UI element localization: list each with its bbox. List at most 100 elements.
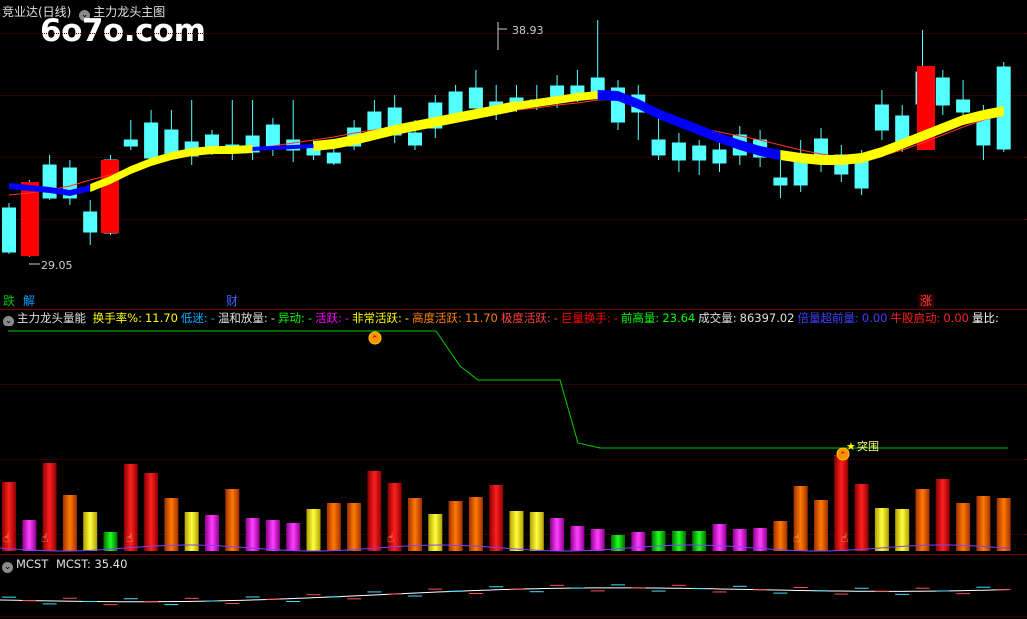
volume-bar <box>996 498 1011 551</box>
volume-field: 巨量换手: - <box>561 311 618 325</box>
event-label: 财 <box>226 294 239 308</box>
volume-bar <box>874 508 889 551</box>
volume-bar <box>651 531 666 551</box>
candle-body <box>874 104 889 131</box>
event-label: 解 <box>23 294 36 308</box>
volume-field-label: 活跃: <box>315 311 342 325</box>
volume-field-label: 成交量: <box>698 311 737 325</box>
hand-pointer-icon: ☝ <box>126 531 133 545</box>
volume-field-label: 高度活跃: <box>412 311 462 325</box>
volume-bar <box>225 489 240 551</box>
candle-body <box>712 149 727 164</box>
volume-field-label: 极度活跃: <box>500 311 551 325</box>
volume-field-value: 11.70 <box>144 311 178 325</box>
volume-field-label: 低迷: <box>180 311 208 325</box>
volume-bar <box>570 526 585 551</box>
volume-field-value: - <box>210 311 215 325</box>
volume-bar <box>915 489 930 551</box>
volume-field-value: - <box>613 311 618 325</box>
breakout-arrow-icon: ⌃ <box>371 335 379 345</box>
volume-bar <box>326 503 341 551</box>
volume-field-label: 倍量超前量: <box>797 311 859 325</box>
candle-body <box>123 139 138 147</box>
volume-bar <box>306 509 321 551</box>
volume-field-value: 86397.02 <box>739 311 795 325</box>
candle-body <box>2 207 16 253</box>
volume-bar <box>956 503 971 551</box>
volume-field: 低迷: - <box>181 311 215 325</box>
hand-pointer-icon: ☝ <box>3 531 10 545</box>
candle-body <box>408 132 422 146</box>
volume-field: 倍量超前量: 0.00 <box>798 311 888 325</box>
volume-field-value: - <box>553 311 558 325</box>
volume-bar <box>753 528 768 551</box>
volume-field: 换手率%: 11.70 <box>93 311 178 325</box>
volume-bar <box>22 520 37 551</box>
volume-field-label: 前高量: <box>620 311 660 325</box>
breakout-star-icon: ★ <box>846 440 856 453</box>
volume-panel-title[interactable]: 主力龙头量能 <box>17 311 86 325</box>
prev-high-volume-line <box>8 330 1008 449</box>
ma-band-rising <box>780 106 1004 165</box>
volume-bar <box>83 512 98 551</box>
high-price-label: 38.93 <box>512 24 544 37</box>
low-price-label: 29.05 <box>41 259 73 272</box>
candle-body <box>326 152 341 164</box>
volume-bar <box>347 503 362 551</box>
slow-ma-line <box>8 99 1004 196</box>
hand-pointer-icon: ☝ <box>841 531 848 545</box>
volume-bar <box>712 524 727 551</box>
hand-pointer-icon: ☝ <box>793 531 800 545</box>
volume-bar <box>62 495 77 551</box>
candle-body <box>83 211 98 233</box>
volume-bar <box>692 531 707 551</box>
volume-bar <box>245 518 260 551</box>
volume-field: 量比: <box>972 311 1002 325</box>
volume-chart[interactable]: ⌃⌃★ 突围☝ ☝ ☝ ☝ ☝ ☝ <box>0 327 1027 553</box>
volume-field-label: 非常活跃: <box>352 311 402 325</box>
mcst-title[interactable]: MCST <box>16 557 48 571</box>
large-candle-body <box>101 160 119 233</box>
volume-bar <box>631 532 646 551</box>
volume-bar <box>489 485 504 551</box>
event-marker-die: 跌 <box>1 294 17 308</box>
volume-bar <box>529 512 544 551</box>
volume-bar <box>103 532 118 551</box>
volume-field-label: 巨量换手: <box>560 311 611 325</box>
volume-bar <box>814 500 828 551</box>
volume-bar <box>895 509 910 551</box>
chevron-down-icon[interactable]: ⌄ <box>3 316 14 326</box>
hand-pointer-icon: ☝ <box>41 531 48 545</box>
mcst-line <box>0 587 1009 603</box>
volume-bar <box>550 518 565 551</box>
volume-field-label: 换手率%: <box>92 311 142 325</box>
volume-bar <box>854 484 869 551</box>
candlestick-chart[interactable]: 38.93 29.05 <box>0 0 1027 292</box>
volume-field-value: 0.00 <box>861 311 888 325</box>
breakout-label: 突围 <box>857 439 879 453</box>
volume-field-value: - <box>344 311 350 325</box>
candle-body <box>468 87 483 109</box>
volume-field: 前高量: 23.64 <box>621 311 695 325</box>
volume-field-value: - <box>404 311 410 325</box>
volume-field-label: 温和放量: <box>217 311 268 325</box>
volume-field-value: 23.64 <box>662 311 696 325</box>
candle-body <box>773 177 788 186</box>
candle-body <box>651 139 666 156</box>
hand-pointer-icon: ☝ <box>387 531 394 545</box>
volume-bar <box>144 473 159 551</box>
candle-body <box>671 142 686 161</box>
mcst-chart[interactable] <box>0 570 1027 619</box>
volume-field-label: 牛股启动: <box>890 311 941 325</box>
volume-bar <box>509 511 524 551</box>
volume-field-label: 量比: <box>971 311 999 325</box>
volume-bar <box>976 496 991 551</box>
volume-field: 成交量: 86397.02 <box>698 311 794 325</box>
volume-bar <box>935 479 950 551</box>
volume-field: 高度活跃: 11.70 <box>412 311 498 325</box>
volume-field: 温和放量: - <box>218 311 275 325</box>
volume-field-label: 异动: <box>277 311 305 325</box>
mcst-value: 35.40 <box>94 557 128 571</box>
volume-panel-header: ⌄ 主力龙头量能 换手率%: 11.70 低迷: - 温和放量: - 异动: - 活跃: - 非常活跃… <box>0 311 1027 326</box>
candle-body <box>265 124 280 149</box>
